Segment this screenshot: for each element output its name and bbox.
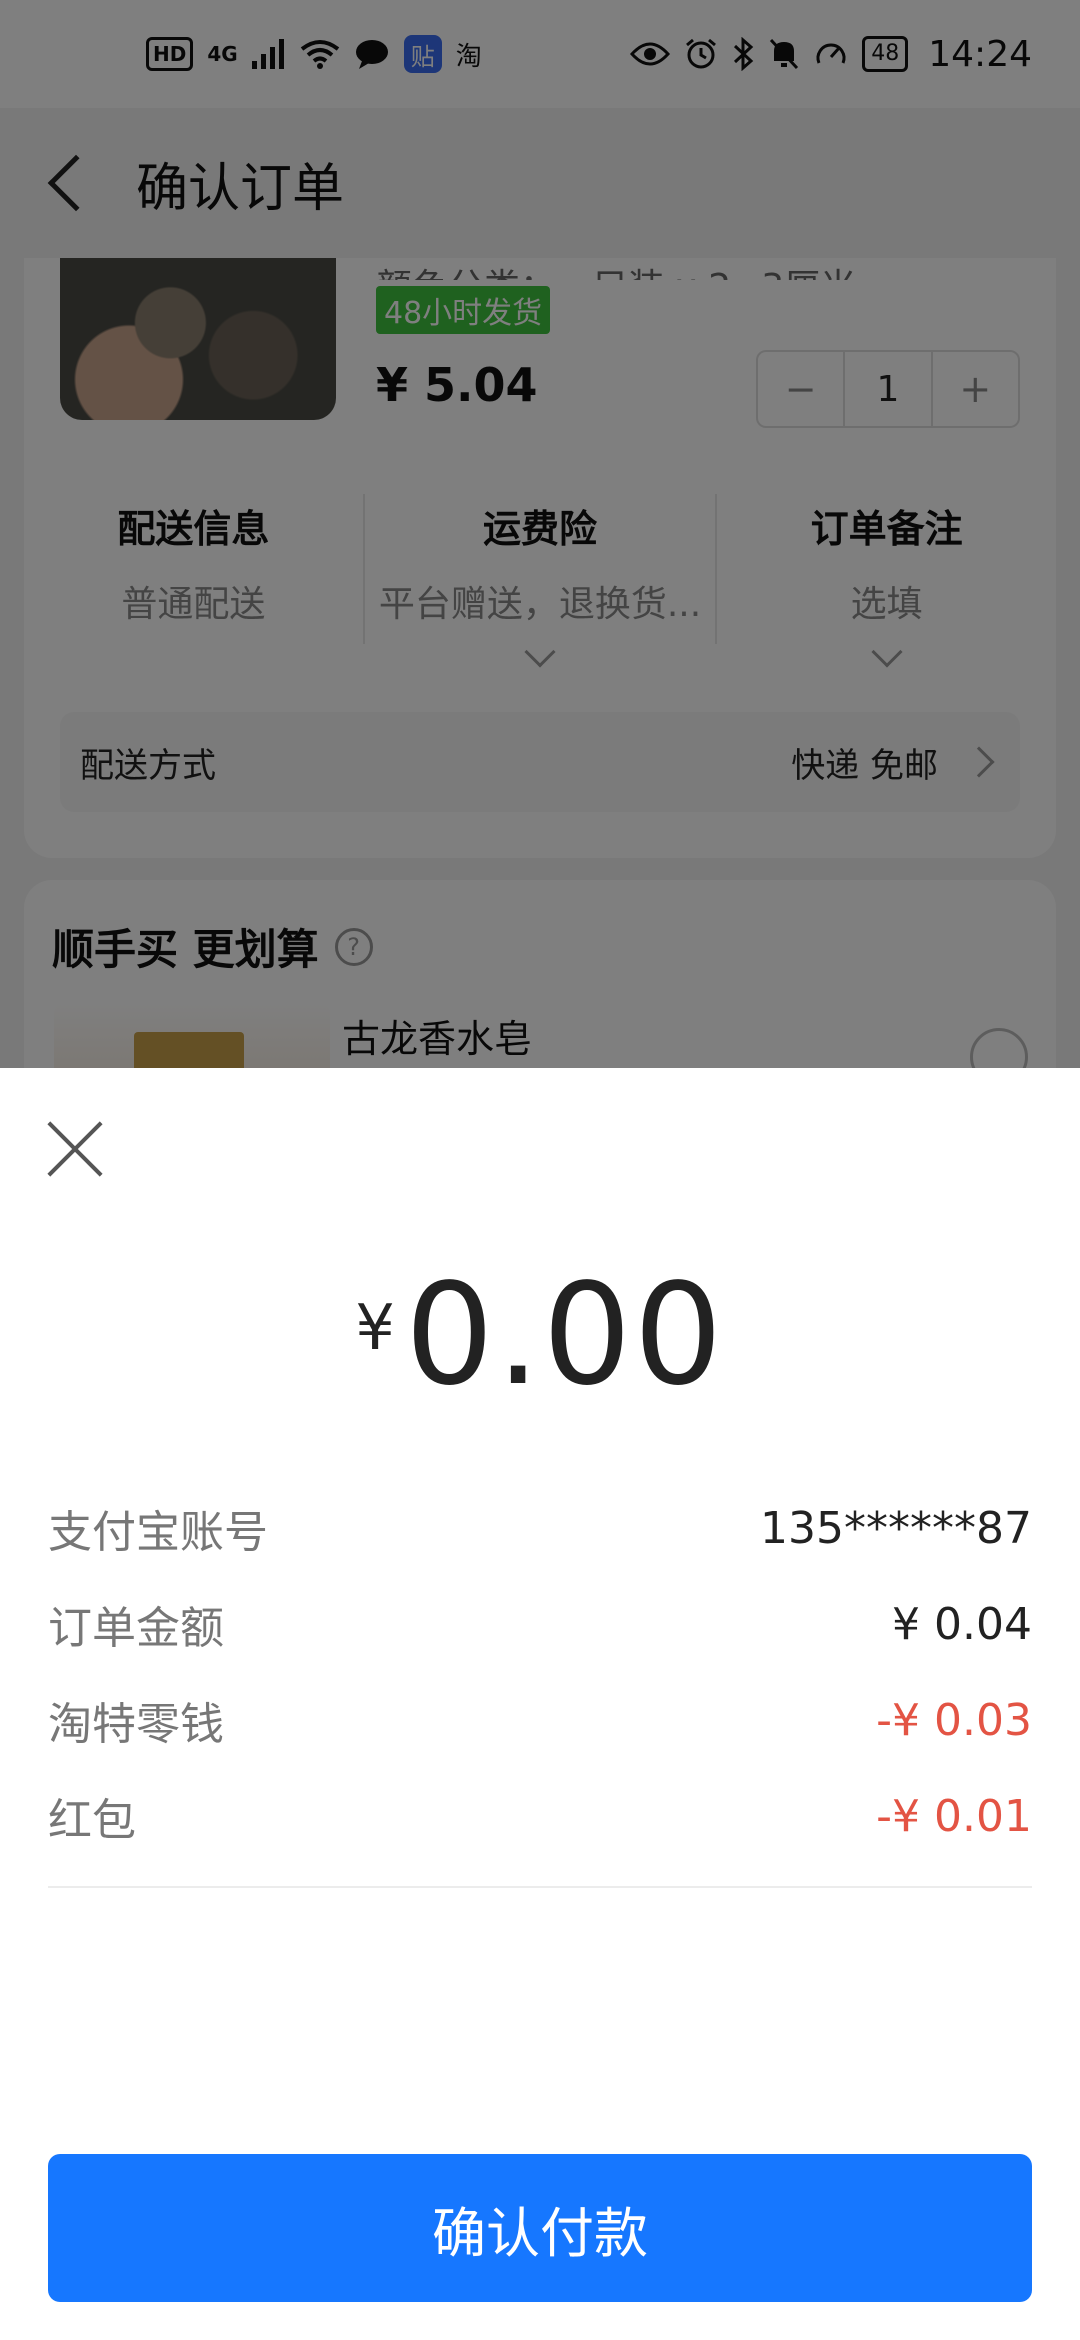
row-alipay-account: 支付宝账号 135******87 (48, 1480, 1032, 1576)
payment-amount: ¥0.00 (0, 1254, 1080, 1417)
row-order-amount: 订单金额 ¥ 0.04 (48, 1576, 1032, 1672)
divider (48, 1886, 1032, 1888)
row-label: 订单金额 (48, 1603, 224, 1654)
row-value: ¥ 0.04 (892, 1598, 1032, 1650)
payment-sheet: ¥0.00 支付宝账号 135******87 订单金额 ¥ 0.04 淘特零钱… (0, 1068, 1080, 2340)
payment-details: 支付宝账号 135******87 订单金额 ¥ 0.04 淘特零钱 -¥ 0.… (48, 1480, 1032, 1888)
row-value: 135******87 (760, 1502, 1032, 1554)
currency-symbol: ¥ (355, 1291, 395, 1364)
row-value: -¥ 0.03 (876, 1694, 1032, 1746)
row-red-packet: 红包 -¥ 0.01 (48, 1768, 1032, 1864)
row-label: 红包 (48, 1795, 136, 1846)
amount-value: 0.00 (404, 1254, 725, 1417)
row-label: 淘特零钱 (48, 1699, 224, 1750)
row-taote-balance: 淘特零钱 -¥ 0.03 (48, 1672, 1032, 1768)
row-label: 支付宝账号 (48, 1507, 268, 1558)
confirm-payment-button[interactable]: 确认付款 (48, 2154, 1032, 2302)
row-value: -¥ 0.01 (876, 1790, 1032, 1842)
close-icon[interactable] (46, 1120, 104, 1178)
